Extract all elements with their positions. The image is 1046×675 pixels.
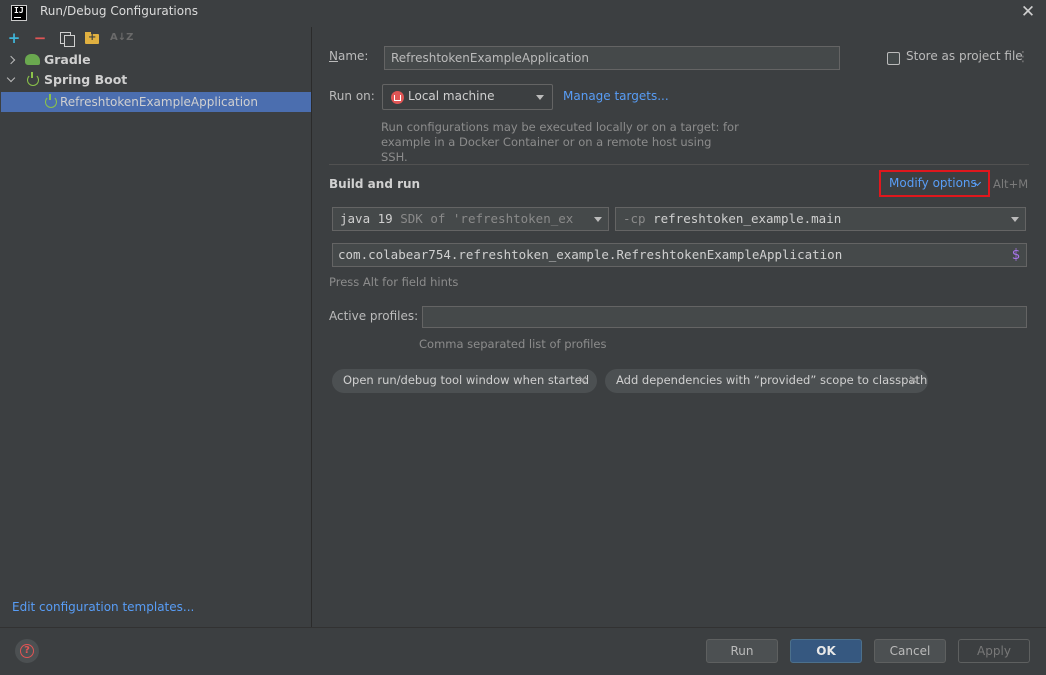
close-icon[interactable]: × <box>577 370 588 392</box>
classpath-module-value: refreshtoken_example.main <box>653 211 842 226</box>
add-configuration-icon[interactable]: + <box>6 30 22 46</box>
new-folder-icon[interactable] <box>84 30 100 46</box>
spring-boot-icon <box>45 94 57 108</box>
option-chip-label: Add dependencies with “provided” scope t… <box>616 373 928 387</box>
build-and-run-heading: Build and run <box>329 177 421 191</box>
modify-options-shortcut: Alt+M <box>993 177 1029 191</box>
local-machine-icon <box>391 91 404 104</box>
jre-dropdown[interactable]: java 19 SDK of 'refreshtoken_ex <box>332 207 609 231</box>
window-title: Run/Debug Configurations <box>40 4 198 18</box>
title-bar: IJ Run/Debug Configurations ✕ <box>0 0 1046 26</box>
ok-button[interactable]: OK <box>790 639 862 663</box>
active-profiles-field[interactable] <box>422 306 1027 328</box>
field-hints-text: Press Alt for field hints <box>329 275 459 289</box>
tree-item-spring-boot[interactable]: Spring Boot <box>0 70 311 90</box>
jre-value: java 19 <box>340 211 393 226</box>
more-options-icon[interactable]: ⋮ <box>1016 50 1030 64</box>
dropdown-arrow-icon <box>536 95 544 100</box>
help-icon[interactable] <box>15 639 39 663</box>
run-on-hint: Run configurations may be executed local… <box>381 120 739 164</box>
active-profiles-hint: Comma separated list of profiles <box>419 337 607 351</box>
close-icon[interactable]: ✕ <box>1020 4 1036 21</box>
main-class-field[interactable]: com.colabear754.refreshtoken_example.Ref… <box>332 243 1027 267</box>
intellij-logo-icon: IJ <box>11 5 27 21</box>
configuration-editor: Name: RefreshtokenExampleApplication Sto… <box>313 27 1046 627</box>
classpath-module-dropdown[interactable]: -cp refreshtoken_example.main <box>615 207 1026 231</box>
tree-item-configuration-label: RefreshtokenExampleApplication <box>60 95 258 109</box>
dialog-footer: Run OK Cancel Apply <box>0 627 1046 675</box>
insert-macro-icon[interactable]: $ <box>1012 244 1020 266</box>
option-chip-provided-scope[interactable]: Add dependencies with “provided” scope t… <box>605 369 928 393</box>
dropdown-arrow-icon <box>1011 217 1019 222</box>
sidebar-toolbar: + − A↓Z <box>0 27 312 51</box>
apply-button[interactable]: Apply <box>958 639 1030 663</box>
name-label: Name: <box>329 49 369 63</box>
remove-configuration-icon[interactable]: − <box>32 30 48 46</box>
run-on-value: Local machine <box>408 89 495 103</box>
store-as-project-file-label[interactable]: Store as project file <box>906 49 1023 63</box>
active-profiles-label: Active profiles: <box>329 309 419 323</box>
main-class-value: com.colabear754.refreshtoken_example.Ref… <box>338 247 843 262</box>
modify-options-button[interactable]: Modify options <box>879 170 990 197</box>
copy-configuration-icon[interactable] <box>58 30 75 47</box>
tree-item-selected-configuration[interactable]: RefreshtokenExampleApplication <box>1 92 311 112</box>
run-on-dropdown[interactable]: Local machine <box>382 84 553 110</box>
cancel-button[interactable]: Cancel <box>874 639 946 663</box>
option-chip-open-tool-window[interactable]: Open run/debug tool window when started … <box>332 369 597 393</box>
classpath-flag: -cp <box>623 211 654 226</box>
jre-description: SDK of 'refreshtoken_ex <box>392 211 574 226</box>
modify-options-label: Modify options <box>889 176 977 190</box>
sort-icon[interactable]: A↓Z <box>110 30 133 46</box>
edit-configuration-templates-link[interactable]: Edit configuration templates... <box>12 600 194 614</box>
tree-item-spring-boot-label: Spring Boot <box>44 72 128 87</box>
spring-boot-icon <box>27 72 39 86</box>
configurations-sidebar: + − A↓Z Gradle Spring Boot RefreshtokenE… <box>0 27 312 627</box>
dropdown-arrow-icon <box>594 217 602 222</box>
manage-targets-link[interactable]: Manage targets... <box>563 89 669 103</box>
store-as-project-file-checkbox[interactable] <box>887 52 900 65</box>
close-icon[interactable]: × <box>908 370 919 392</box>
option-chip-label: Open run/debug tool window when started <box>343 373 590 387</box>
gradle-icon <box>25 54 40 65</box>
name-field[interactable]: RefreshtokenExampleApplication <box>384 46 840 70</box>
tree-item-gradle[interactable]: Gradle <box>0 50 311 70</box>
separator <box>329 164 1029 165</box>
tree-item-gradle-label: Gradle <box>44 52 91 67</box>
run-on-label: Run on: <box>329 89 375 103</box>
run-button[interactable]: Run <box>706 639 778 663</box>
